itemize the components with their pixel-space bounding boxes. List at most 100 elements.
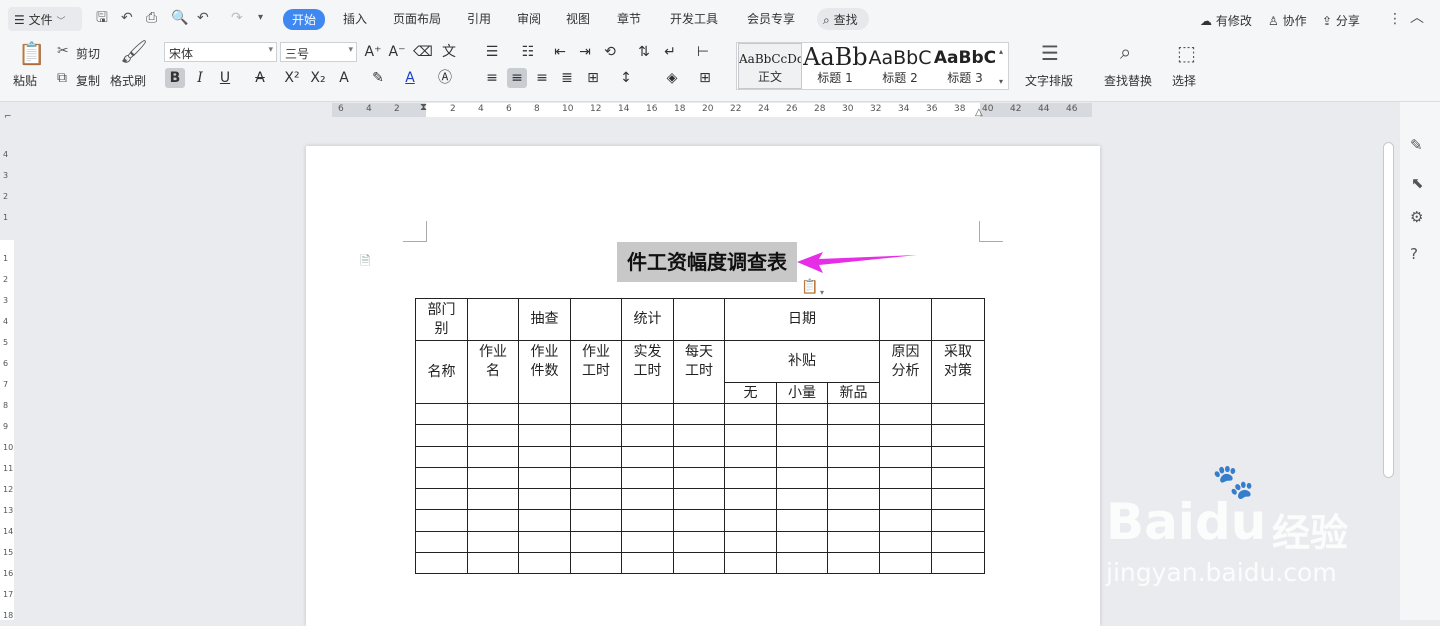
tab-chapter[interactable]: 章节 (617, 10, 641, 27)
copy-button[interactable]: 复制 (76, 72, 100, 89)
table-cell[interactable]: 作业工时 (570, 340, 622, 404)
table-cell[interactable]: 新品 (826, 382, 881, 404)
table-cell[interactable] (467, 509, 519, 532)
table-cell[interactable] (415, 530, 468, 554)
select-button[interactable]: 选择 (1172, 72, 1196, 89)
save-icon[interactable]: 🖫 (96, 11, 108, 25)
document-title[interactable]: 件工资幅度调查表 (617, 242, 797, 282)
table-cell[interactable]: 每天工时 (673, 340, 725, 404)
table-cell[interactable] (776, 402, 828, 426)
justify-icon[interactable]: ≣ (557, 68, 577, 88)
table-cell[interactable] (467, 298, 519, 341)
table-cell[interactable] (570, 509, 622, 532)
paste-options-icon[interactable]: 📋 (801, 280, 818, 294)
scrollbar-thumb[interactable] (1383, 142, 1394, 478)
strikethrough-icon[interactable]: A (250, 68, 270, 88)
table-cell[interactable]: 作业名 (467, 340, 519, 404)
tab-references[interactable]: 引用 (467, 10, 491, 27)
modified-status[interactable]: ☁ 有修改 (1200, 12, 1252, 29)
table-cell[interactable] (570, 552, 622, 575)
grow-font-icon[interactable]: A⁺ (363, 42, 383, 62)
table-cell[interactable] (467, 530, 519, 554)
table-cell[interactable] (931, 424, 986, 447)
cut-button[interactable]: 剪切 (76, 45, 100, 62)
tab-page-layout[interactable]: 页面布局 (393, 10, 441, 27)
table-cell[interactable] (776, 466, 828, 490)
table-cell[interactable] (570, 488, 622, 511)
table-cell[interactable] (931, 530, 986, 554)
italic-icon[interactable]: I (190, 68, 210, 88)
table-cell[interactable] (467, 445, 519, 468)
decrease-indent-icon[interactable]: ⇤ (550, 42, 570, 62)
table-cell[interactable]: 小量 (776, 382, 828, 404)
table-cell[interactable] (518, 530, 571, 554)
table-cell[interactable] (518, 445, 571, 468)
table-cell-subsidy[interactable]: 补贴 (723, 340, 881, 383)
style-heading-3[interactable]: AaBbC 标题 3 (933, 43, 997, 89)
font-size-select[interactable]: 三号 ▾ (280, 42, 357, 62)
chinese-layout-icon[interactable]: ⟲ (600, 42, 620, 62)
table-cell[interactable] (570, 466, 622, 490)
table-cell[interactable] (467, 488, 519, 511)
file-menu-button[interactable]: ☰ 文件 ﹀ (8, 7, 82, 31)
text-effect-icon[interactable]: A (334, 68, 354, 88)
increase-indent-icon[interactable]: ⇥ (575, 42, 595, 62)
table-cell[interactable] (724, 402, 777, 426)
table-cell[interactable] (879, 552, 933, 575)
table-cell[interactable] (826, 509, 881, 532)
help-icon[interactable]: ? (1410, 247, 1418, 262)
align-right-icon[interactable]: ≡ (532, 68, 552, 88)
format-painter-button[interactable]: 格式刷 (110, 72, 146, 89)
table-cell[interactable] (879, 424, 933, 447)
undo-icon[interactable]: ↶ (197, 11, 209, 25)
table-cell[interactable] (776, 530, 828, 554)
table-cell[interactable]: 名称 (415, 340, 468, 404)
clear-format-icon[interactable]: ⌫ (413, 42, 433, 62)
shading-icon[interactable]: ◈ (662, 68, 682, 88)
table-cell[interactable] (879, 488, 933, 511)
table-cell[interactable] (724, 552, 777, 575)
collapse-ribbon-icon[interactable]: ︿ (1410, 11, 1424, 25)
table-cell[interactable] (931, 298, 986, 341)
bold-icon[interactable]: B (165, 68, 185, 88)
subscript-icon[interactable]: X₂ (308, 68, 328, 88)
table-cell[interactable] (570, 530, 622, 554)
table-cell[interactable] (415, 445, 468, 468)
table-cell[interactable] (826, 402, 881, 426)
table-cell[interactable] (570, 298, 622, 341)
table-cell[interactable]: 采取对策 (931, 340, 986, 404)
tab-review[interactable]: 审阅 (517, 10, 541, 27)
table-cell[interactable] (826, 424, 881, 447)
table-cell[interactable] (879, 402, 933, 426)
table-cell[interactable] (518, 552, 571, 575)
table-cell[interactable]: 实发工时 (621, 340, 674, 404)
table-cell[interactable] (673, 509, 725, 532)
distribute-icon[interactable]: ⊞ (583, 68, 603, 88)
tab-member[interactable]: 会员专享 (747, 10, 795, 27)
table-cell[interactable] (879, 466, 933, 490)
table-cell[interactable] (570, 424, 622, 447)
table-cell[interactable]: 作业件数 (518, 340, 571, 404)
table-cell[interactable] (621, 466, 674, 490)
table-cell[interactable] (673, 424, 725, 447)
table-cell[interactable] (776, 424, 828, 447)
bullet-list-icon[interactable]: ☰ (482, 42, 502, 62)
table-cell[interactable] (673, 445, 725, 468)
table-cell[interactable] (467, 402, 519, 426)
superscript-icon[interactable]: X² (282, 68, 302, 88)
borders-icon[interactable]: ⊞ (695, 68, 715, 88)
print-preview-icon[interactable]: 🔍 (171, 11, 188, 25)
table-cell[interactable]: 统计 (621, 298, 674, 341)
tab-developer[interactable]: 开发工具 (670, 10, 718, 27)
table-cell[interactable] (518, 509, 571, 532)
table-cell[interactable] (724, 530, 777, 554)
paste-button[interactable]: 📋 (16, 42, 45, 68)
table-cell[interactable] (826, 466, 881, 490)
align-center-icon[interactable]: ≡ (507, 68, 527, 88)
redo-icon[interactable]: ↷ (231, 11, 243, 25)
table-cell[interactable] (621, 445, 674, 468)
table-cell[interactable] (673, 530, 725, 554)
table-cell[interactable] (879, 298, 933, 341)
table-cell[interactable] (776, 509, 828, 532)
table-cell[interactable] (621, 488, 674, 511)
